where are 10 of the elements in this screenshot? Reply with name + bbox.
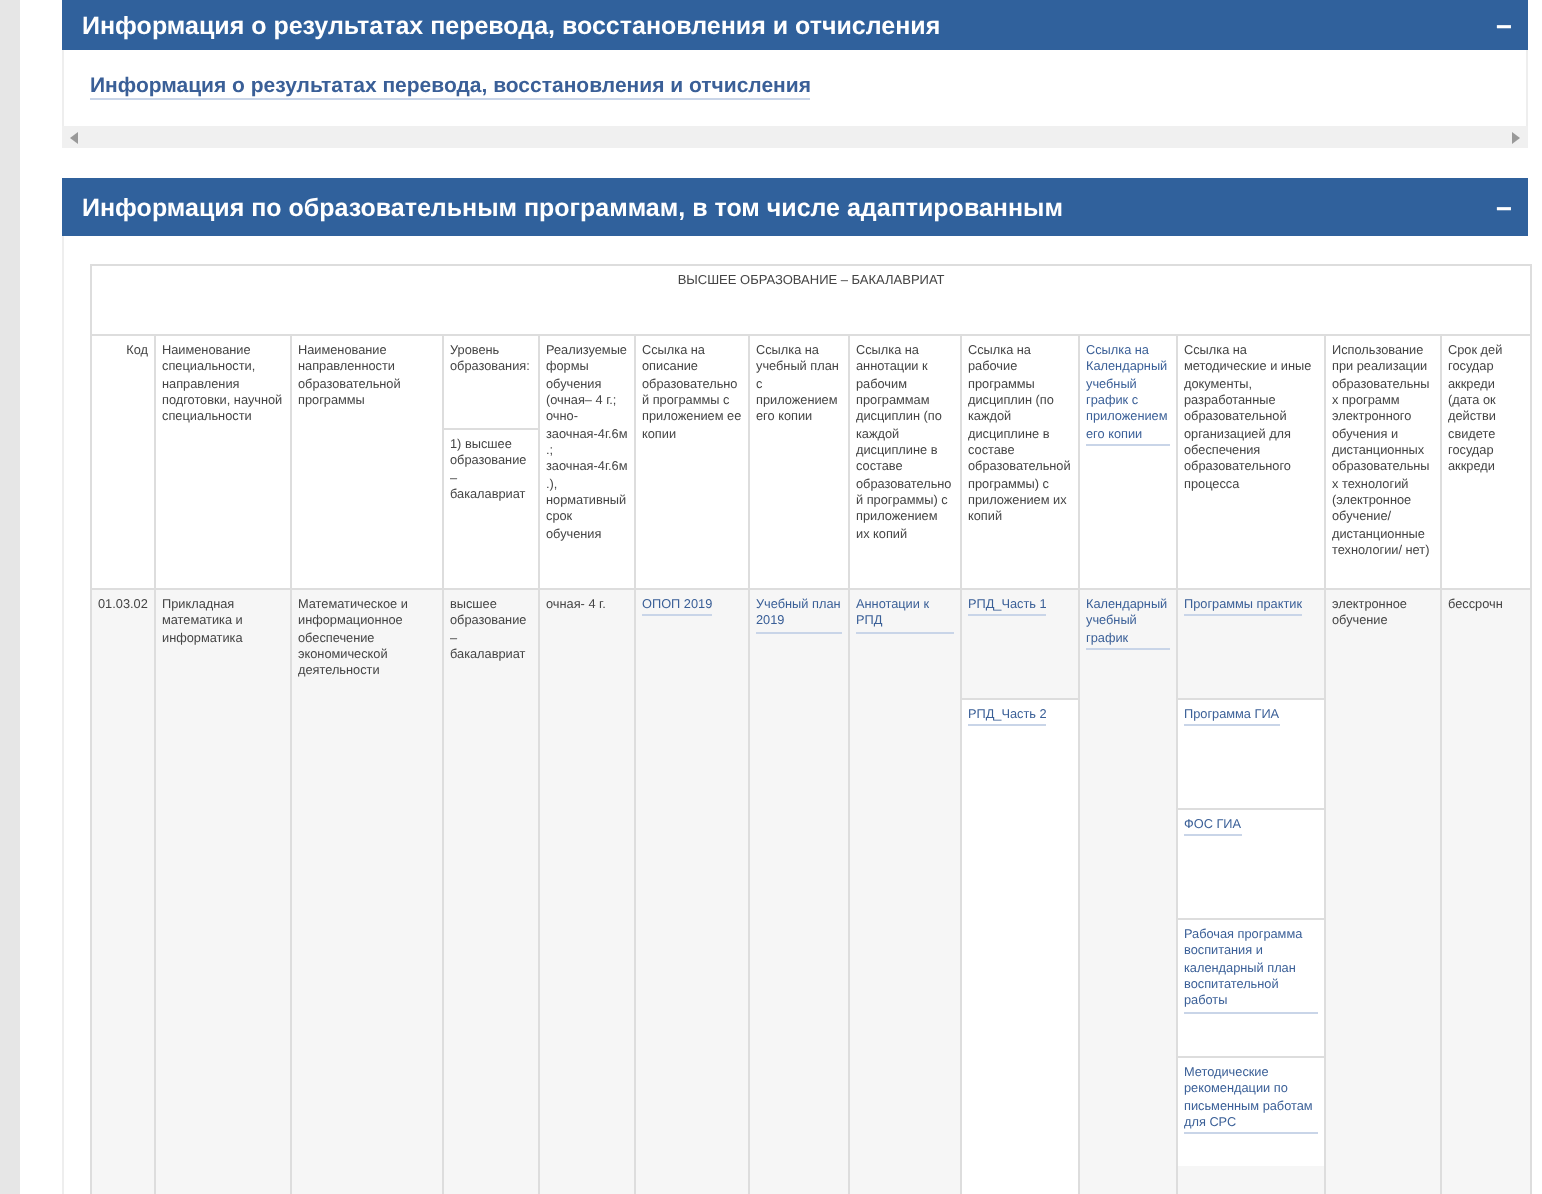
- document-link[interactable]: Информация о результатах перевода, восстановления и отчисления: [90, 74, 811, 100]
- scroll-left-icon[interactable]: [70, 131, 80, 143]
- panel-header[interactable]: Информация о результатах перевода, восстановления и отчисления −: [62, 0, 1528, 50]
- collapse-toggle[interactable]: −: [1495, 9, 1512, 41]
- collapse-toggle[interactable]: −: [1495, 191, 1512, 223]
- panel-header[interactable]: Информация по образовательным программам, в том числе адаптированным −: [62, 178, 1528, 236]
- panel-title: Информация по образовательным программам, в том числе адаптированным: [82, 193, 1063, 221]
- panel-title: Информация о результатах перевода, восстановления и отчисления: [82, 11, 941, 39]
- horizontal-scrollbar[interactable]: [62, 126, 1528, 148]
- scroll-right-icon[interactable]: [1510, 131, 1520, 143]
